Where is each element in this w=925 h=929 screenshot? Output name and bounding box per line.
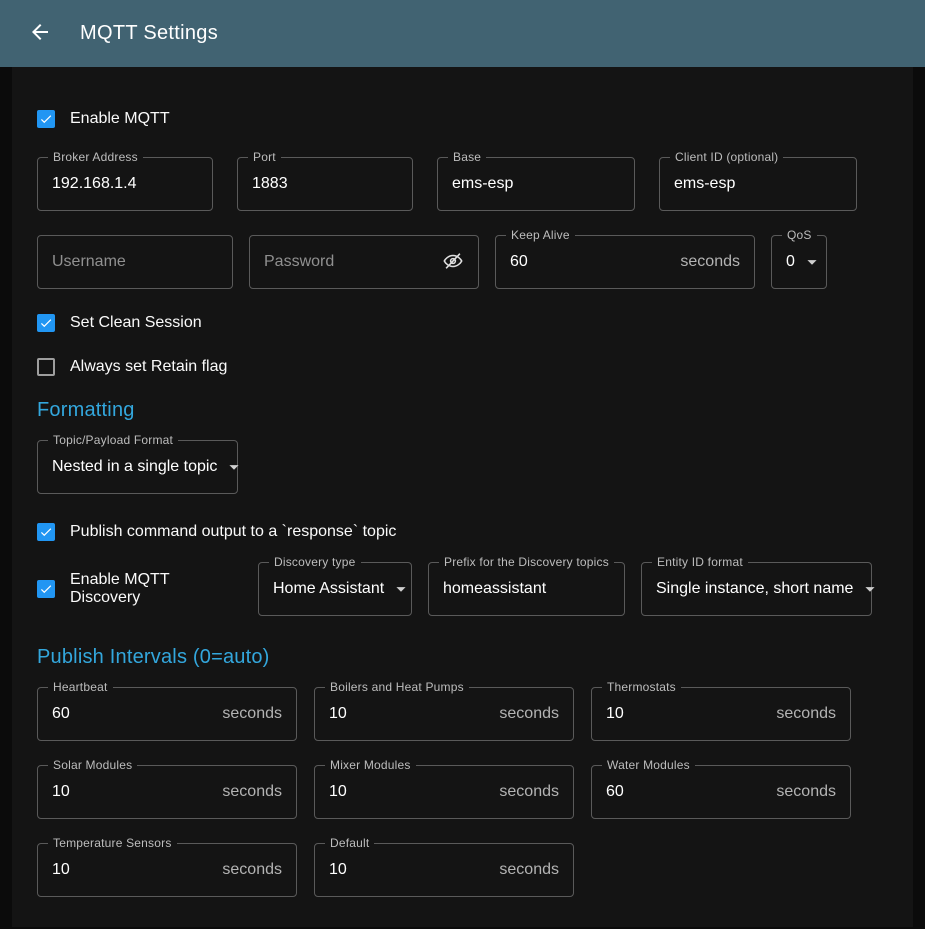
default-interval-field[interactable]: Default seconds — [314, 843, 574, 897]
default-input[interactable] — [329, 861, 491, 879]
enable-mqtt-checkbox[interactable]: Enable MQTT — [37, 107, 888, 131]
client-id-input[interactable] — [674, 175, 842, 193]
app-bar: MQTT Settings — [0, 0, 925, 67]
dropdown-caret-icon — [801, 251, 823, 273]
water-interval-field[interactable]: Water Modules seconds — [591, 765, 851, 819]
checkbox-unchecked-icon — [37, 358, 55, 376]
keep-alive-input[interactable] — [510, 253, 672, 271]
seconds-suffix: seconds — [499, 861, 559, 879]
qos-label: QoS — [782, 228, 817, 242]
heartbeat-input[interactable] — [52, 705, 214, 723]
connection-row-1: Broker Address Port Base Client ID (opti… — [37, 157, 888, 211]
visibility-off-icon — [442, 250, 464, 275]
clean-session-label: Set Clean Session — [70, 314, 202, 332]
discovery-type-select[interactable]: Discovery type Home Assistant — [258, 562, 412, 616]
arrow-back-icon — [28, 20, 52, 47]
qos-value: 0 — [786, 253, 795, 271]
settings-panel: Enable MQTT Broker Address Port Base Cli… — [12, 67, 913, 927]
enable-mqtt-label: Enable MQTT — [70, 110, 170, 128]
back-button[interactable] — [26, 20, 54, 48]
qos-select[interactable]: QoS 0 — [771, 235, 827, 289]
thermostats-interval-field[interactable]: Thermostats seconds — [591, 687, 851, 741]
username-field[interactable] — [37, 235, 233, 289]
checkbox-checked-icon — [37, 110, 55, 128]
mixer-interval-field[interactable]: Mixer Modules seconds — [314, 765, 574, 819]
entity-id-format-value: Single instance, short name — [656, 580, 853, 598]
dropdown-caret-icon — [390, 578, 412, 600]
discovery-prefix-label: Prefix for the Discovery topics — [439, 555, 614, 569]
topic-format-label: Topic/Payload Format — [48, 433, 178, 447]
heartbeat-label: Heartbeat — [48, 680, 113, 694]
temperature-sensors-label: Temperature Sensors — [48, 836, 177, 850]
broker-address-field[interactable]: Broker Address — [37, 157, 213, 211]
retain-flag-label: Always set Retain flag — [70, 358, 227, 376]
thermostats-input[interactable] — [606, 705, 768, 723]
boilers-interval-field[interactable]: Boilers and Heat Pumps seconds — [314, 687, 574, 741]
keep-alive-suffix: seconds — [680, 253, 740, 271]
port-input[interactable] — [252, 175, 398, 193]
thermostats-label: Thermostats — [602, 680, 681, 694]
username-input[interactable] — [52, 253, 218, 271]
enable-discovery-label: Enable MQTT Discovery — [70, 571, 242, 607]
client-id-label: Client ID (optional) — [670, 150, 783, 164]
discovery-type-value: Home Assistant — [273, 580, 384, 598]
water-input[interactable] — [606, 783, 768, 801]
page-title: MQTT Settings — [80, 22, 218, 45]
temperature-sensors-interval-field[interactable]: Temperature Sensors seconds — [37, 843, 297, 897]
checkbox-checked-icon — [37, 314, 55, 332]
solar-label: Solar Modules — [48, 758, 137, 772]
base-field[interactable]: Base — [437, 157, 635, 211]
password-input[interactable] — [264, 253, 442, 271]
broker-address-label: Broker Address — [48, 150, 143, 164]
solar-interval-field[interactable]: Solar Modules seconds — [37, 765, 297, 819]
discovery-prefix-input[interactable] — [443, 580, 610, 598]
base-label: Base — [448, 150, 486, 164]
seconds-suffix: seconds — [499, 783, 559, 801]
checkbox-checked-icon — [37, 580, 55, 598]
discovery-prefix-field[interactable]: Prefix for the Discovery topics — [428, 562, 625, 616]
mixer-label: Mixer Modules — [325, 758, 416, 772]
keep-alive-label: Keep Alive — [506, 228, 575, 242]
water-label: Water Modules — [602, 758, 695, 772]
port-label: Port — [248, 150, 281, 164]
seconds-suffix: seconds — [499, 705, 559, 723]
seconds-suffix: seconds — [776, 705, 836, 723]
connection-row-2: Keep Alive seconds QoS 0 — [37, 235, 888, 289]
seconds-suffix: seconds — [222, 861, 282, 879]
client-id-field[interactable]: Client ID (optional) — [659, 157, 857, 211]
temperature-sensors-input[interactable] — [52, 861, 214, 879]
checkbox-checked-icon — [37, 523, 55, 541]
dropdown-caret-icon — [859, 578, 881, 600]
formatting-heading: Formatting — [37, 399, 888, 422]
toggle-password-visibility-button[interactable] — [442, 250, 464, 275]
boilers-input[interactable] — [329, 705, 491, 723]
enable-discovery-checkbox[interactable]: Enable MQTT Discovery — [37, 577, 242, 601]
publish-response-label: Publish command output to a `response` t… — [70, 523, 396, 541]
discovery-row: Enable MQTT Discovery Discovery type Hom… — [37, 562, 888, 616]
mixer-input[interactable] — [329, 783, 491, 801]
seconds-suffix: seconds — [222, 705, 282, 723]
entity-id-format-select[interactable]: Entity ID format Single instance, short … — [641, 562, 872, 616]
base-input[interactable] — [452, 175, 620, 193]
topic-format-value: Nested in a single topic — [52, 458, 217, 476]
broker-address-input[interactable] — [52, 175, 198, 193]
retain-flag-checkbox[interactable]: Always set Retain flag — [37, 355, 888, 379]
publish-intervals-grid: Heartbeat seconds Boilers and Heat Pumps… — [37, 687, 888, 897]
publish-response-checkbox[interactable]: Publish command output to a `response` t… — [37, 520, 888, 544]
dropdown-caret-icon — [223, 456, 245, 478]
boilers-label: Boilers and Heat Pumps — [325, 680, 469, 694]
topic-format-select[interactable]: Topic/Payload Format Nested in a single … — [37, 440, 238, 494]
clean-session-checkbox[interactable]: Set Clean Session — [37, 311, 888, 335]
entity-id-format-label: Entity ID format — [652, 555, 748, 569]
seconds-suffix: seconds — [222, 783, 282, 801]
publish-intervals-heading: Publish Intervals (0=auto) — [37, 646, 888, 669]
port-field[interactable]: Port — [237, 157, 413, 211]
keep-alive-field[interactable]: Keep Alive seconds — [495, 235, 755, 289]
seconds-suffix: seconds — [776, 783, 836, 801]
password-field[interactable] — [249, 235, 479, 289]
default-label: Default — [325, 836, 374, 850]
discovery-type-label: Discovery type — [269, 555, 361, 569]
heartbeat-interval-field[interactable]: Heartbeat seconds — [37, 687, 297, 741]
solar-input[interactable] — [52, 783, 214, 801]
